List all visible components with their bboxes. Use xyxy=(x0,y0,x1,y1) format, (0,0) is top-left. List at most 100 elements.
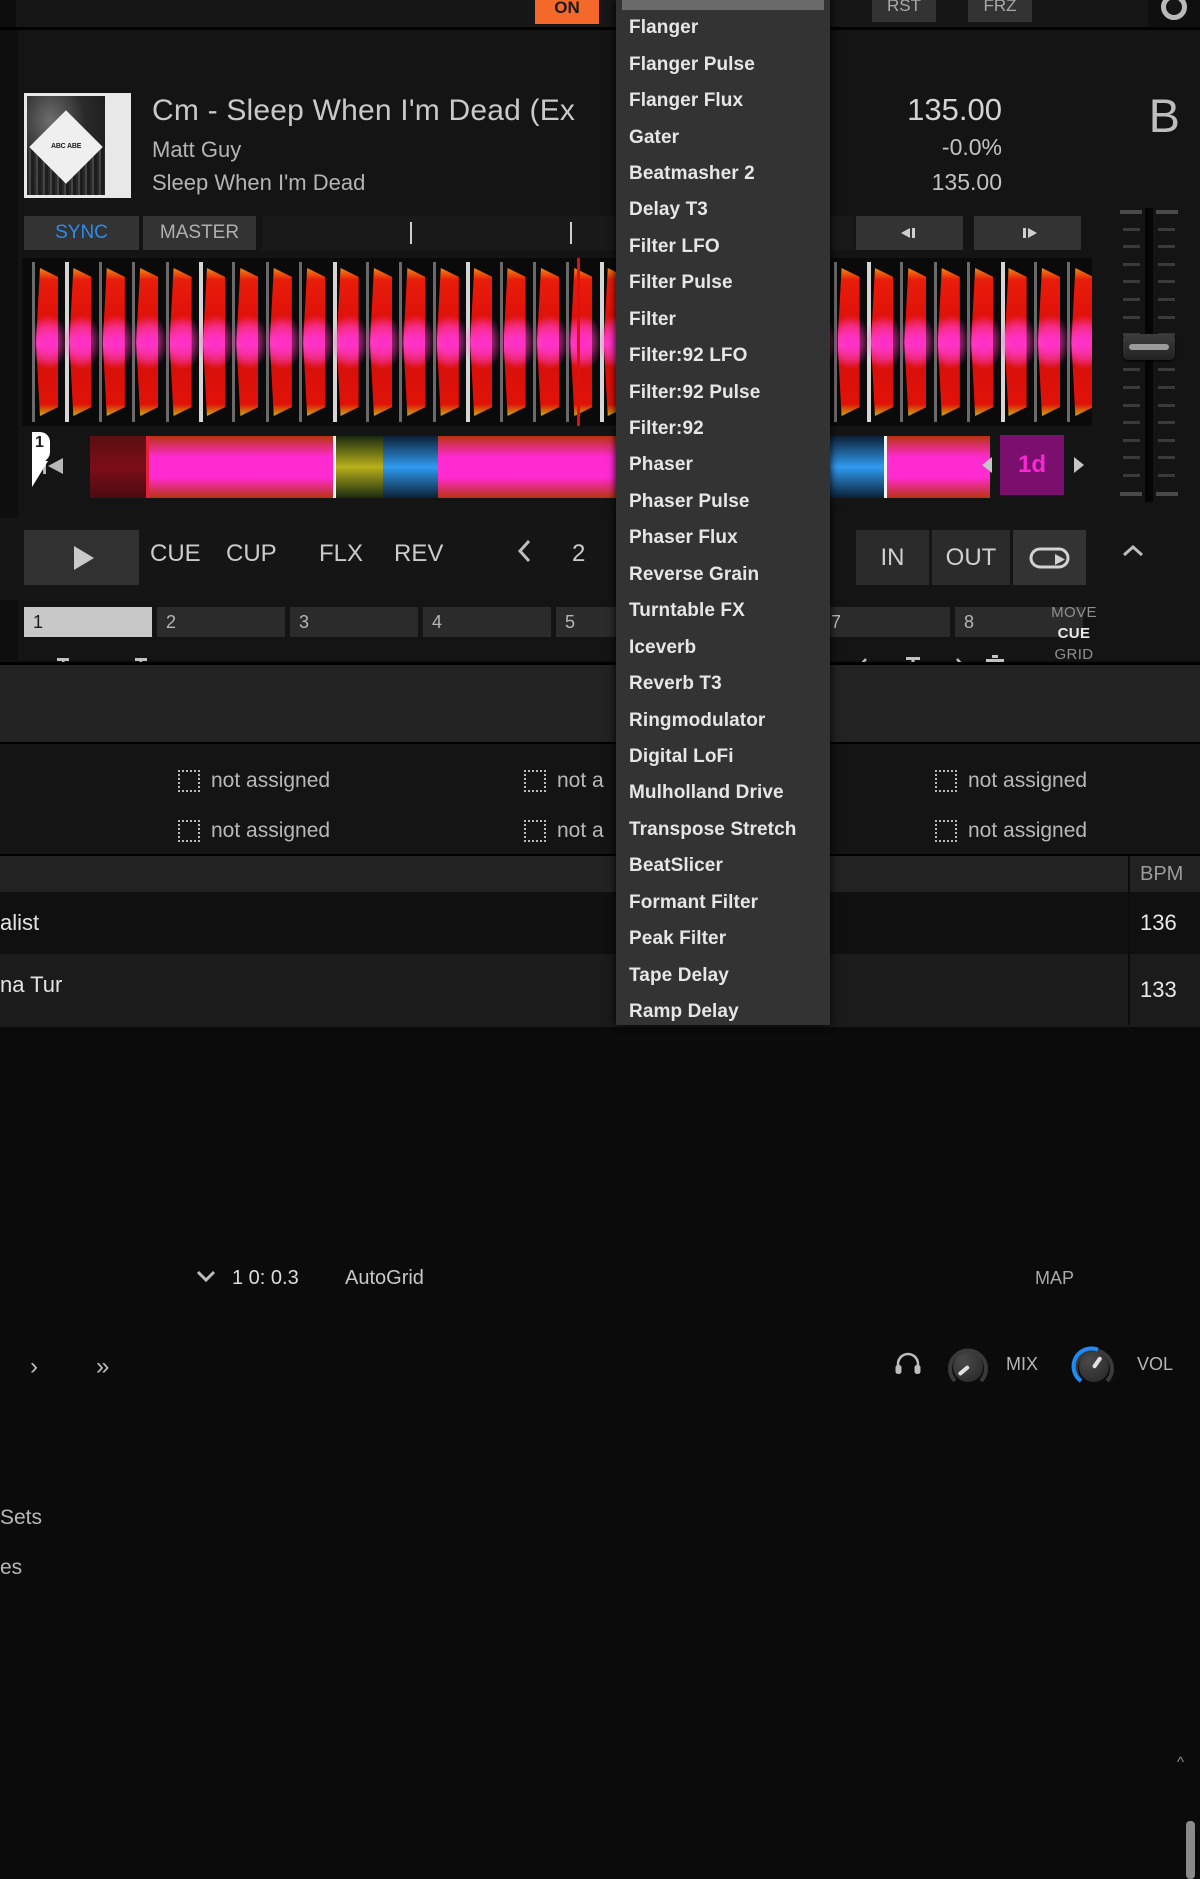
stripe-segment xyxy=(146,436,333,498)
remix-slot[interactable]: not assigned xyxy=(178,764,330,798)
loop-active-button[interactable] xyxy=(1013,530,1086,585)
deck-waveform[interactable] xyxy=(22,258,1092,426)
pitch-fader-tick xyxy=(1158,386,1175,389)
browse-next-button[interactable]: › xyxy=(30,1353,38,1381)
pitch-fader-tick xyxy=(1158,316,1175,319)
track-artist: Matt Guy xyxy=(152,137,241,163)
browse-forward-button[interactable]: » xyxy=(96,1353,109,1381)
loop-size-decrease-button[interactable] xyxy=(980,455,996,480)
remix-slot[interactable]: not assigned xyxy=(178,814,330,848)
cup-button[interactable]: CUP xyxy=(226,540,277,568)
browser-scroll-up[interactable]: ^ xyxy=(1177,1754,1184,1771)
beatjump-size[interactable]: 2 xyxy=(572,540,585,568)
fx-menu-item[interactable]: Phaser Pulse xyxy=(616,484,830,520)
fx-menu-item[interactable]: Flanger xyxy=(616,10,830,46)
remix-slot[interactable]: not assigned xyxy=(935,814,1087,848)
pitch-fader-tick xyxy=(1158,245,1175,248)
loop-in-button[interactable]: IN xyxy=(856,530,929,585)
tempo-bend-down-button[interactable] xyxy=(856,216,963,250)
fx-menu-item[interactable]: Filter:92 xyxy=(616,411,830,447)
fx-frz-button[interactable]: FRZ xyxy=(968,0,1032,22)
mode-cue-label[interactable]: CUE xyxy=(1026,623,1122,644)
fx-menu-item[interactable]: Reverse Grain xyxy=(616,557,830,593)
hotcue-slot-4[interactable]: 4 xyxy=(423,607,551,637)
remix-slot[interactable]: not assigned xyxy=(935,764,1087,798)
hotcue-slot-3[interactable]: 3 xyxy=(290,607,418,637)
album-artwork[interactable]: ABC ABE xyxy=(24,93,131,198)
tempo-bend-up-button[interactable] xyxy=(974,216,1081,250)
fx-menu-item[interactable]: Transpose Stretch xyxy=(616,812,830,848)
pitch-fader-tick xyxy=(1123,439,1140,442)
fx-menu-item[interactable]: Reverb T3 xyxy=(616,666,830,702)
dropdown-scroll-indicator[interactable] xyxy=(622,0,824,10)
fx-menu-item[interactable]: Filter LFO xyxy=(616,229,830,265)
browser-col-bpm[interactable]: BPM xyxy=(1128,856,1200,892)
fx-menu-item[interactable]: Flanger Flux xyxy=(616,83,830,119)
triangle-left-icon xyxy=(980,455,996,475)
headphone-volume-knob[interactable] xyxy=(1068,1341,1120,1393)
loop-size-display[interactable]: 1d xyxy=(1000,435,1064,495)
fx-menu-item[interactable]: Gater xyxy=(616,119,830,155)
pitch-fader-handle[interactable] xyxy=(1123,334,1175,360)
browser-scrollbar-thumb[interactable] xyxy=(1186,1821,1195,1879)
stripe-segment xyxy=(884,436,990,498)
fx-select-dropdown[interactable]: FlangerFlanger PulseFlanger FluxGaterBea… xyxy=(616,0,830,1025)
cue-button[interactable]: CUE xyxy=(150,540,201,568)
table-row[interactable]: alist 136 xyxy=(0,892,1200,954)
table-row[interactable]: na Tur 133 xyxy=(0,954,1200,1025)
flux-button[interactable]: FLX xyxy=(319,540,363,568)
fx-menu-item[interactable]: Flanger Pulse xyxy=(616,46,830,82)
fx-on-button[interactable]: ON xyxy=(535,0,599,24)
sync-button[interactable]: SYNC xyxy=(24,216,139,250)
map-button[interactable]: MAP xyxy=(1035,1268,1074,1289)
track-overview-stripe[interactable] xyxy=(90,436,990,498)
fx-menu-item[interactable]: Mulholland Drive xyxy=(616,775,830,811)
beatjump-prev-button[interactable] xyxy=(516,538,534,571)
beat-position-readout: 1 0: 0.3 xyxy=(232,1267,299,1290)
fx-rst-button[interactable]: RST xyxy=(872,0,936,22)
play-pause-button[interactable] xyxy=(24,530,139,585)
pitch-fader-tick xyxy=(1158,280,1175,283)
pitch-fader-tick xyxy=(1158,263,1175,266)
headphone-mix-knob[interactable] xyxy=(942,1341,994,1393)
fx-menu-item[interactable]: Peak Filter xyxy=(616,921,830,957)
fx-menu-item[interactable]: Filter xyxy=(616,302,830,338)
fx-unit-strip: ON RST FRZ xyxy=(0,0,1200,28)
fx-menu-item[interactable]: Phaser xyxy=(616,447,830,483)
waveform-low-energy xyxy=(199,316,233,368)
remix-slot[interactable]: not a xyxy=(524,814,604,848)
fx-menu-item[interactable]: Filter:92 LFO xyxy=(616,338,830,374)
fx-menu-item[interactable]: BeatSlicer xyxy=(616,848,830,884)
hotcue-slot-1[interactable]: 1 xyxy=(24,607,152,637)
fx-menu-item[interactable]: Delay T3 xyxy=(616,192,830,228)
remix-slot-placeholder-icon xyxy=(178,770,200,792)
waveform-low-energy xyxy=(99,316,133,368)
hotcue-slot-2[interactable]: 2 xyxy=(157,607,285,637)
nudge-right-icon xyxy=(1015,225,1041,241)
advanced-panel-toggle[interactable] xyxy=(1120,542,1146,565)
fx-menu-item[interactable]: Filter:92 Pulse xyxy=(616,374,830,410)
deck-letter[interactable]: B xyxy=(1149,92,1180,139)
cue-point-flag[interactable]: 1 xyxy=(32,432,58,488)
fx-dry-wet-knob[interactable] xyxy=(1148,0,1200,28)
mode-move-label[interactable]: MOVE xyxy=(1026,602,1122,623)
fx-menu-item[interactable]: Phaser Flux xyxy=(616,520,830,556)
fx-menu-item[interactable]: Filter Pulse xyxy=(616,265,830,301)
master-button[interactable]: MASTER xyxy=(143,216,256,250)
grid-dropdown-button[interactable] xyxy=(194,1268,218,1289)
fx-menu-item[interactable]: Beatmasher 2 xyxy=(616,156,830,192)
remix-slot[interactable]: not a xyxy=(524,764,604,798)
fx-menu-item[interactable]: Formant Filter xyxy=(616,885,830,921)
fx-menu-item[interactable]: Iceverb xyxy=(616,629,830,665)
reverse-button[interactable]: REV xyxy=(394,540,443,568)
headphones-cue-button[interactable] xyxy=(893,1351,923,1382)
pitch-fader[interactable] xyxy=(1118,200,1180,510)
loop-out-button[interactable]: OUT xyxy=(932,530,1010,585)
loop-size-increase-button[interactable] xyxy=(1070,455,1086,480)
autogrid-button[interactable]: AutoGrid xyxy=(345,1267,424,1290)
fx-menu-item[interactable]: Digital LoFi xyxy=(616,739,830,775)
hotcue-slot-7[interactable]: 7 xyxy=(822,607,950,637)
fx-menu-item[interactable]: Tape Delay xyxy=(616,957,830,993)
fx-menu-item[interactable]: Turntable FX xyxy=(616,593,830,629)
fx-menu-item[interactable]: Ringmodulator xyxy=(616,702,830,738)
